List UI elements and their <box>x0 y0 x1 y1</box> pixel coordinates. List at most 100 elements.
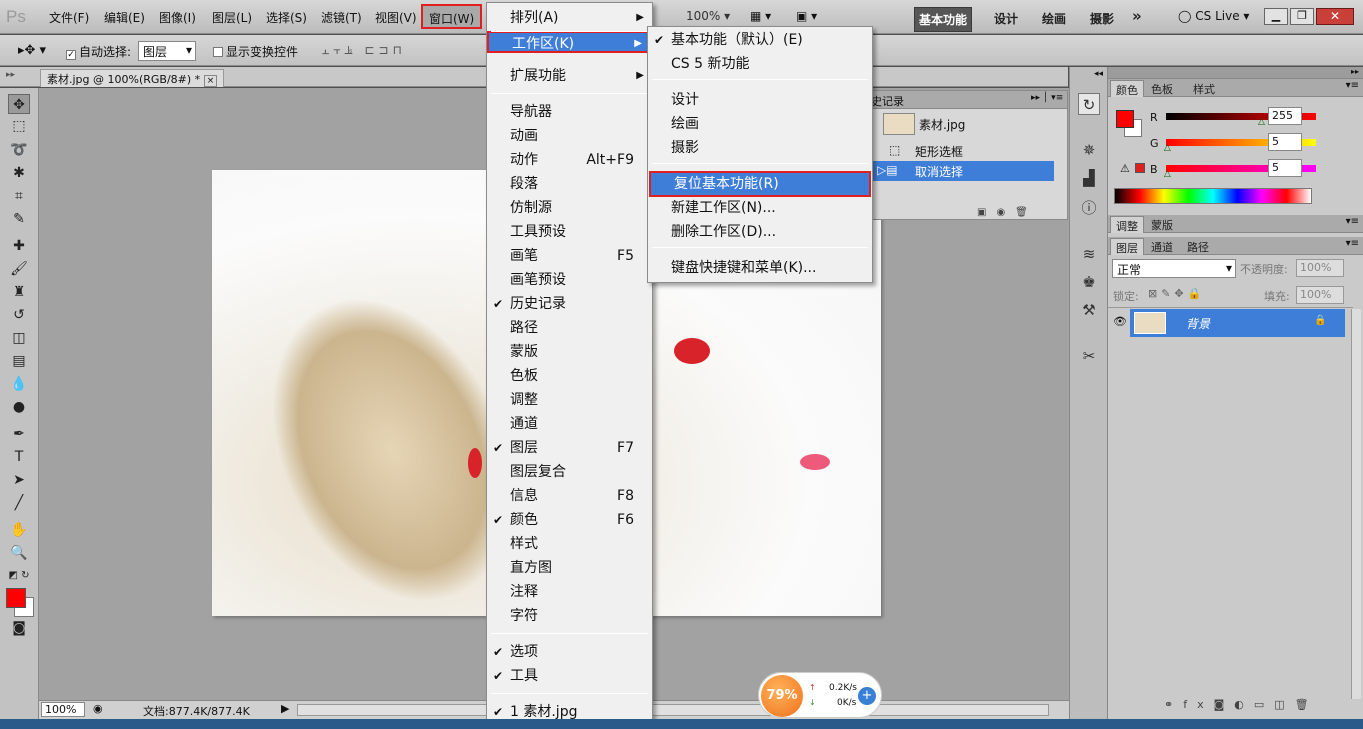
workspace-menu-item-1[interactable]: CS 5 新功能 <box>648 53 872 75</box>
navigator-dock-icon[interactable]: ✵ <box>1078 139 1100 161</box>
g-slider-thumb[interactable]: △ <box>1164 143 1171 153</box>
window-menu-item-11[interactable]: ✔ 历史记录 <box>487 293 652 315</box>
menu-image[interactable]: 图像(I) <box>159 9 196 26</box>
window-menu-item-7[interactable]: 仿制源 <box>487 197 652 219</box>
add-icon[interactable]: + <box>858 687 876 705</box>
window-menu-item-1[interactable]: 工作区(K) ▶ <box>487 31 652 53</box>
layers-scrollbar[interactable] <box>1351 309 1361 699</box>
workspace-essentials[interactable]: 基本功能 <box>914 7 973 32</box>
workspace-menu-item-8[interactable]: 键盘快捷键和菜单(K)... <box>648 257 872 279</box>
menu-edit[interactable]: 编辑(E) <box>104 9 145 26</box>
tab-channels[interactable]: 通道 <box>1146 238 1178 255</box>
window-menu-item-22[interactable]: 直方图 <box>487 557 652 579</box>
fg-color-chip[interactable] <box>1116 110 1134 128</box>
b-slider-thumb[interactable]: △ <box>1164 169 1171 179</box>
workspace-menu-item-2[interactable]: 设计 <box>648 89 872 111</box>
close-window-icon[interactable]: ✕ <box>1316 8 1354 25</box>
workspace-menu-item-4[interactable]: 摄影 <box>648 137 872 159</box>
window-menu-item-8[interactable]: 工具预设 <box>487 221 652 243</box>
zoom-field[interactable]: 100% <box>41 702 85 717</box>
more-workspaces-button[interactable]: » <box>1128 7 1146 28</box>
window-menu-item-16[interactable]: 通道 <box>487 413 652 435</box>
menu-view[interactable]: 视图(V) <box>375 9 417 26</box>
window-menu-item-4[interactable]: 动画 <box>487 125 652 147</box>
brush-tool-icon[interactable]: 🖌 <box>8 259 30 279</box>
network-speed-widget[interactable]: 79% ↑ 0.2K/s ↓ 0K/s + <box>758 672 882 718</box>
history-step-0[interactable]: 矩形选框 <box>915 143 963 160</box>
workspace-menu-item-0[interactable]: ✔ 基本功能（默认）(E) <box>648 29 872 51</box>
document-tab[interactable]: 素材.jpg @ 100%(RGB/8#) * × <box>40 69 225 87</box>
tab-color[interactable]: 颜色 <box>1110 80 1144 97</box>
g-value[interactable]: 5 <box>1268 133 1302 151</box>
window-menu-item-10[interactable]: 画笔预设 <box>487 269 652 291</box>
workspace-design[interactable]: 设计 <box>990 7 1022 30</box>
workspace-menu-item-3[interactable]: 绘画 <box>648 113 872 135</box>
gamut-color-chip[interactable] <box>1135 163 1145 173</box>
minimize-icon[interactable]: ▁ <box>1264 8 1288 25</box>
collapse-icon[interactable]: ▸▸ <box>1351 67 1359 76</box>
line-tool-icon[interactable]: ╱ <box>8 493 30 513</box>
menu-file[interactable]: 文件(F) <box>49 9 89 26</box>
window-menu-item-3[interactable]: 导航器 <box>487 101 652 123</box>
blend-mode-dropdown[interactable]: 正常 ▾ <box>1112 259 1236 278</box>
menu-filter[interactable]: 滤镜(T) <box>321 9 362 26</box>
gradient-tool-icon[interactable]: ▤ <box>8 351 30 371</box>
arrange-docs-icon[interactable]: ▦ ▾ <box>750 9 771 23</box>
actions-dock-icon[interactable]: ✂ <box>1078 345 1100 367</box>
clone-stamp-tool-icon[interactable]: ♜ <box>8 282 30 302</box>
r-value[interactable]: 255 <box>1268 107 1302 125</box>
eye-icon[interactable]: 👁 <box>1113 315 1127 328</box>
tab-paths[interactable]: 路径 <box>1182 238 1214 255</box>
tab-adjustments[interactable]: 调整 <box>1110 216 1144 233</box>
fill-field[interactable]: 100% <box>1296 286 1344 304</box>
foreground-color-swatch[interactable] <box>6 588 26 608</box>
opacity-field[interactable]: 100% <box>1296 259 1344 277</box>
tab-layers[interactable]: 图层 <box>1110 238 1144 255</box>
quick-mask-icon[interactable]: ◙ <box>8 618 30 638</box>
quick-select-tool-icon[interactable]: ✱ <box>8 163 30 183</box>
eyedropper-tool-icon[interactable]: ✎ <box>8 209 30 229</box>
color-spectrum-bar[interactable] <box>1114 188 1312 204</box>
r-slider-thumb[interactable]: △ <box>1258 117 1265 127</box>
gamut-warning-icon[interactable]: ⚠ <box>1120 162 1130 175</box>
eraser-tool-icon[interactable]: ◫ <box>8 328 30 348</box>
path-select-tool-icon[interactable]: ➤ <box>8 470 30 490</box>
window-menu-item-0[interactable]: 排列(A) ▶ <box>487 7 652 29</box>
zoom-select[interactable]: 100% ▾ <box>686 9 730 23</box>
tab-masks[interactable]: 蒙版 <box>1146 216 1178 233</box>
window-menu-item-14[interactable]: 色板 <box>487 365 652 387</box>
window-menu-item-18[interactable]: 图层复合 <box>487 461 652 483</box>
window-menu-item-12[interactable]: 路径 <box>487 317 652 339</box>
swap-colors-icon[interactable]: ◩ ↻ <box>8 566 30 586</box>
window-menu-item-25[interactable]: ✔ 选项 <box>487 641 652 663</box>
panel-collapse-icon[interactable]: ▸▸ │ ▾≡ <box>1031 93 1063 103</box>
window-menu-item-17[interactable]: ✔ 图层 F7 <box>487 437 652 459</box>
histogram-dock-icon[interactable]: ▟ <box>1078 167 1100 189</box>
workspace-menu-item-5[interactable]: 复位基本功能(R) <box>649 171 871 197</box>
window-menu-item-2[interactable]: 扩展功能 ▶ <box>487 65 652 87</box>
auto-select-checkbox[interactable]: ✓ 自动选择: <box>66 43 131 60</box>
window-menu-item-21[interactable]: 样式 <box>487 533 652 555</box>
type-tool-icon[interactable]: T <box>8 447 30 467</box>
move-tool-icon[interactable]: ✥ <box>8 94 30 114</box>
b-value[interactable]: 5 <box>1268 159 1302 177</box>
horizontal-scrollbar[interactable] <box>297 704 1049 716</box>
tab-styles[interactable]: 样式 <box>1188 80 1220 97</box>
window-menu-item-15[interactable]: 调整 <box>487 389 652 411</box>
workspace-menu-item-7[interactable]: 删除工作区(D)... <box>648 221 872 243</box>
healing-brush-tool-icon[interactable]: ✚ <box>8 236 30 256</box>
collapse-arrows-icon[interactable]: ◂◂ <box>1094 69 1103 79</box>
workspace-photography[interactable]: 摄影 <box>1086 7 1118 30</box>
menu-layer[interactable]: 图层(L) <box>212 9 252 26</box>
window-menu-item-24[interactable]: 字符 <box>487 605 652 627</box>
marquee-tool-icon[interactable]: ⬚ <box>8 116 30 136</box>
panel-menu-icon[interactable]: ▾≡ <box>1346 80 1359 91</box>
window-menu-item-6[interactable]: 段落 <box>487 173 652 195</box>
window-menu-item-9[interactable]: 画笔 F5 <box>487 245 652 267</box>
lock-icons[interactable]: ⊠✎✥🔒 <box>1148 287 1205 300</box>
move-tool-icon[interactable]: ▸✥ ▾ <box>18 43 46 58</box>
show-transform-checkbox[interactable]: 显示变换控件 <box>213 43 298 60</box>
brush-preset-dock-icon[interactable]: ≋ <box>1078 243 1100 265</box>
info-dock-icon[interactable]: ⓘ <box>1078 197 1100 219</box>
layer-row-background[interactable]: 背景 🔒 <box>1130 309 1345 337</box>
